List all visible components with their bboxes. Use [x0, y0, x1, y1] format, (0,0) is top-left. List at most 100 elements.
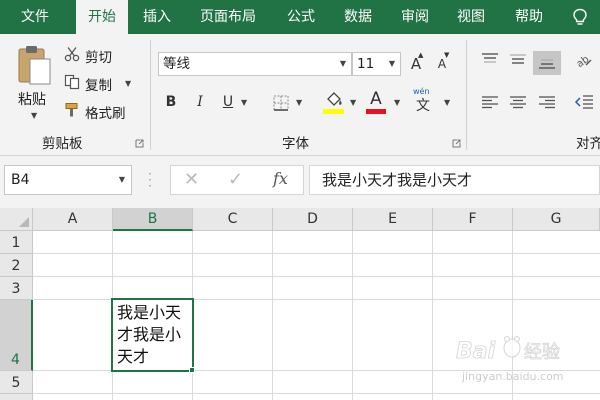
formula-bar-resize-handle[interactable]: · · · — [148, 168, 152, 192]
row-3-label: 3 — [11, 281, 21, 297]
cell-b4-text: 我是小天才我是小天才 — [117, 303, 182, 366]
tab-file[interactable]: 文件 — [21, 0, 49, 34]
paste-clipboard-icon[interactable] — [16, 44, 52, 86]
enter-icon[interactable]: ✓ — [228, 169, 243, 190]
row-header-3[interactable]: 3 — [0, 277, 33, 300]
gridline — [352, 231, 353, 400]
font-size-dropdown-icon[interactable]: ▼ — [389, 53, 395, 75]
font-name-dropdown-icon[interactable]: ▼ — [340, 53, 346, 75]
borders-dropdown-icon[interactable]: ▼ — [296, 98, 302, 107]
tab-review[interactable]: 审阅 — [401, 0, 429, 34]
middle-align-icon[interactable] — [508, 52, 528, 66]
active-cell-b4[interactable]: 我是小天才我是小天才 — [111, 298, 194, 372]
formula-bar-buttons: ✕ ✓ fx — [170, 165, 304, 195]
tab-data[interactable]: 数据 — [344, 0, 372, 34]
name-box-dropdown-icon[interactable]: ▼ — [119, 166, 125, 194]
phonetic-guide-button[interactable]: 文 — [414, 95, 432, 117]
gridline — [33, 393, 600, 394]
font-group-label: 字体 — [282, 136, 309, 152]
decrease-font-size-button[interactable]: A ▼ — [433, 51, 451, 75]
font-color-swatch — [366, 109, 386, 114]
svg-text:Bai: Bai — [456, 339, 496, 364]
align-left-icon[interactable] — [480, 95, 500, 109]
select-all-button[interactable] — [0, 208, 33, 231]
bottom-align-icon[interactable] — [537, 56, 557, 70]
font-dialog-launcher-icon[interactable] — [452, 139, 461, 148]
row-4-label: 4 — [11, 352, 20, 368]
cut-button[interactable]: 剪切 — [85, 46, 112, 66]
tab-formulas[interactable]: 公式 — [287, 0, 315, 34]
column-header-f[interactable]: F — [433, 208, 513, 231]
baidu-jingyan-watermark-logo: Bai 经验 jingyan.baidu.com — [456, 336, 564, 383]
font-size-value: 11 — [357, 56, 375, 72]
row-5-label: 5 — [11, 375, 21, 391]
font-name-combobox[interactable]: 等线 ▼ — [158, 52, 352, 76]
gridline — [272, 231, 273, 400]
decrease-indent-icon[interactable] — [574, 94, 594, 110]
clipboard-dialog-launcher-icon[interactable] — [135, 139, 144, 148]
decrease-caret-icon: ▼ — [444, 51, 450, 59]
insert-function-icon[interactable]: fx — [273, 169, 288, 188]
fill-handle[interactable] — [189, 367, 195, 373]
column-header-c[interactable]: C — [193, 208, 273, 231]
paste-button[interactable]: 粘贴 — [18, 89, 46, 109]
font-size-combobox[interactable]: 11 ▼ — [352, 52, 401, 76]
fill-color-bucket-icon[interactable] — [324, 92, 344, 108]
bold-button[interactable]: B — [163, 91, 179, 113]
font-color-button[interactable]: A — [366, 88, 386, 110]
italic-button[interactable]: I — [193, 91, 207, 113]
format-painter-icon — [65, 103, 78, 117]
fill-color-swatch — [323, 109, 344, 114]
cancel-icon[interactable]: ✕ — [184, 169, 199, 190]
underline-button[interactable]: U — [220, 91, 236, 113]
increase-font-size-button[interactable]: A ▲ — [407, 51, 425, 75]
phonetic-dropdown-icon[interactable]: ▼ — [444, 98, 450, 107]
paste-dropdown-icon[interactable]: ▼ — [31, 111, 37, 120]
copy-icon — [64, 74, 80, 90]
borders-icon[interactable] — [272, 94, 290, 112]
gridline — [33, 276, 600, 277]
font-name-value: 等线 — [163, 56, 190, 72]
column-header-d[interactable]: D — [273, 208, 353, 231]
ribbon-home: 粘贴 ▼ 剪切 复制 ▼ 格式刷 剪贴板 等线 ▼ 11 ▼ A ▲ A ▼ B… — [0, 34, 600, 156]
row-header-5[interactable]: 5 — [0, 371, 33, 394]
name-box-value: B4 — [11, 172, 30, 188]
row-header-6[interactable] — [0, 394, 33, 400]
format-painter-button[interactable]: 格式刷 — [85, 102, 126, 122]
align-center-icon[interactable] — [508, 95, 528, 109]
ribbon-tab-bar: 文件 开始 插入 页面布局 公式 数据 审阅 视图 帮助 — [0, 0, 600, 34]
bottom-align-active-bg — [533, 51, 561, 75]
column-header-a[interactable]: A — [33, 208, 113, 231]
underline-dropdown-icon[interactable]: ▼ — [241, 98, 247, 107]
name-box[interactable]: B4 ▼ — [4, 165, 132, 195]
column-header-e[interactable]: E — [353, 208, 433, 231]
fill-color-dropdown-icon[interactable]: ▼ — [350, 98, 356, 107]
alignment-group-label: 对齐 — [576, 136, 600, 152]
align-right-icon[interactable] — [537, 95, 557, 109]
formula-input[interactable]: 我是小天才我是小天才 — [309, 165, 600, 195]
copy-dropdown-icon[interactable]: ▼ — [125, 79, 131, 88]
tab-help[interactable]: 帮助 — [515, 0, 543, 34]
row-header-1[interactable]: 1 — [0, 231, 33, 254]
svg-text:ab: ab — [575, 54, 592, 68]
top-align-icon[interactable] — [480, 52, 500, 66]
gridline — [432, 231, 433, 400]
row-2-label: 2 — [11, 258, 21, 274]
tab-home[interactable]: 开始 — [76, 0, 128, 34]
select-all-triangle-icon — [19, 217, 29, 227]
column-header-b[interactable]: B — [113, 208, 193, 231]
tab-view[interactable]: 视图 — [457, 0, 485, 34]
tab-page-layout[interactable]: 页面布局 — [200, 0, 256, 34]
row-header-2[interactable]: 2 — [0, 254, 33, 277]
tab-insert[interactable]: 插入 — [143, 0, 171, 34]
svg-text:经验: 经验 — [524, 342, 560, 363]
column-header-g[interactable]: G — [513, 208, 600, 231]
orientation-icon[interactable]: ab — [574, 50, 592, 68]
increase-caret-icon: ▲ — [418, 51, 424, 59]
svg-text:jingyan.baidu.com: jingyan.baidu.com — [461, 370, 564, 383]
tell-me-lightbulb-icon[interactable] — [572, 8, 588, 26]
font-color-dropdown-icon[interactable]: ▼ — [394, 98, 400, 107]
row-1-label: 1 — [11, 235, 21, 251]
copy-button[interactable]: 复制 — [85, 74, 112, 94]
row-header-4[interactable]: 4 — [0, 300, 33, 371]
